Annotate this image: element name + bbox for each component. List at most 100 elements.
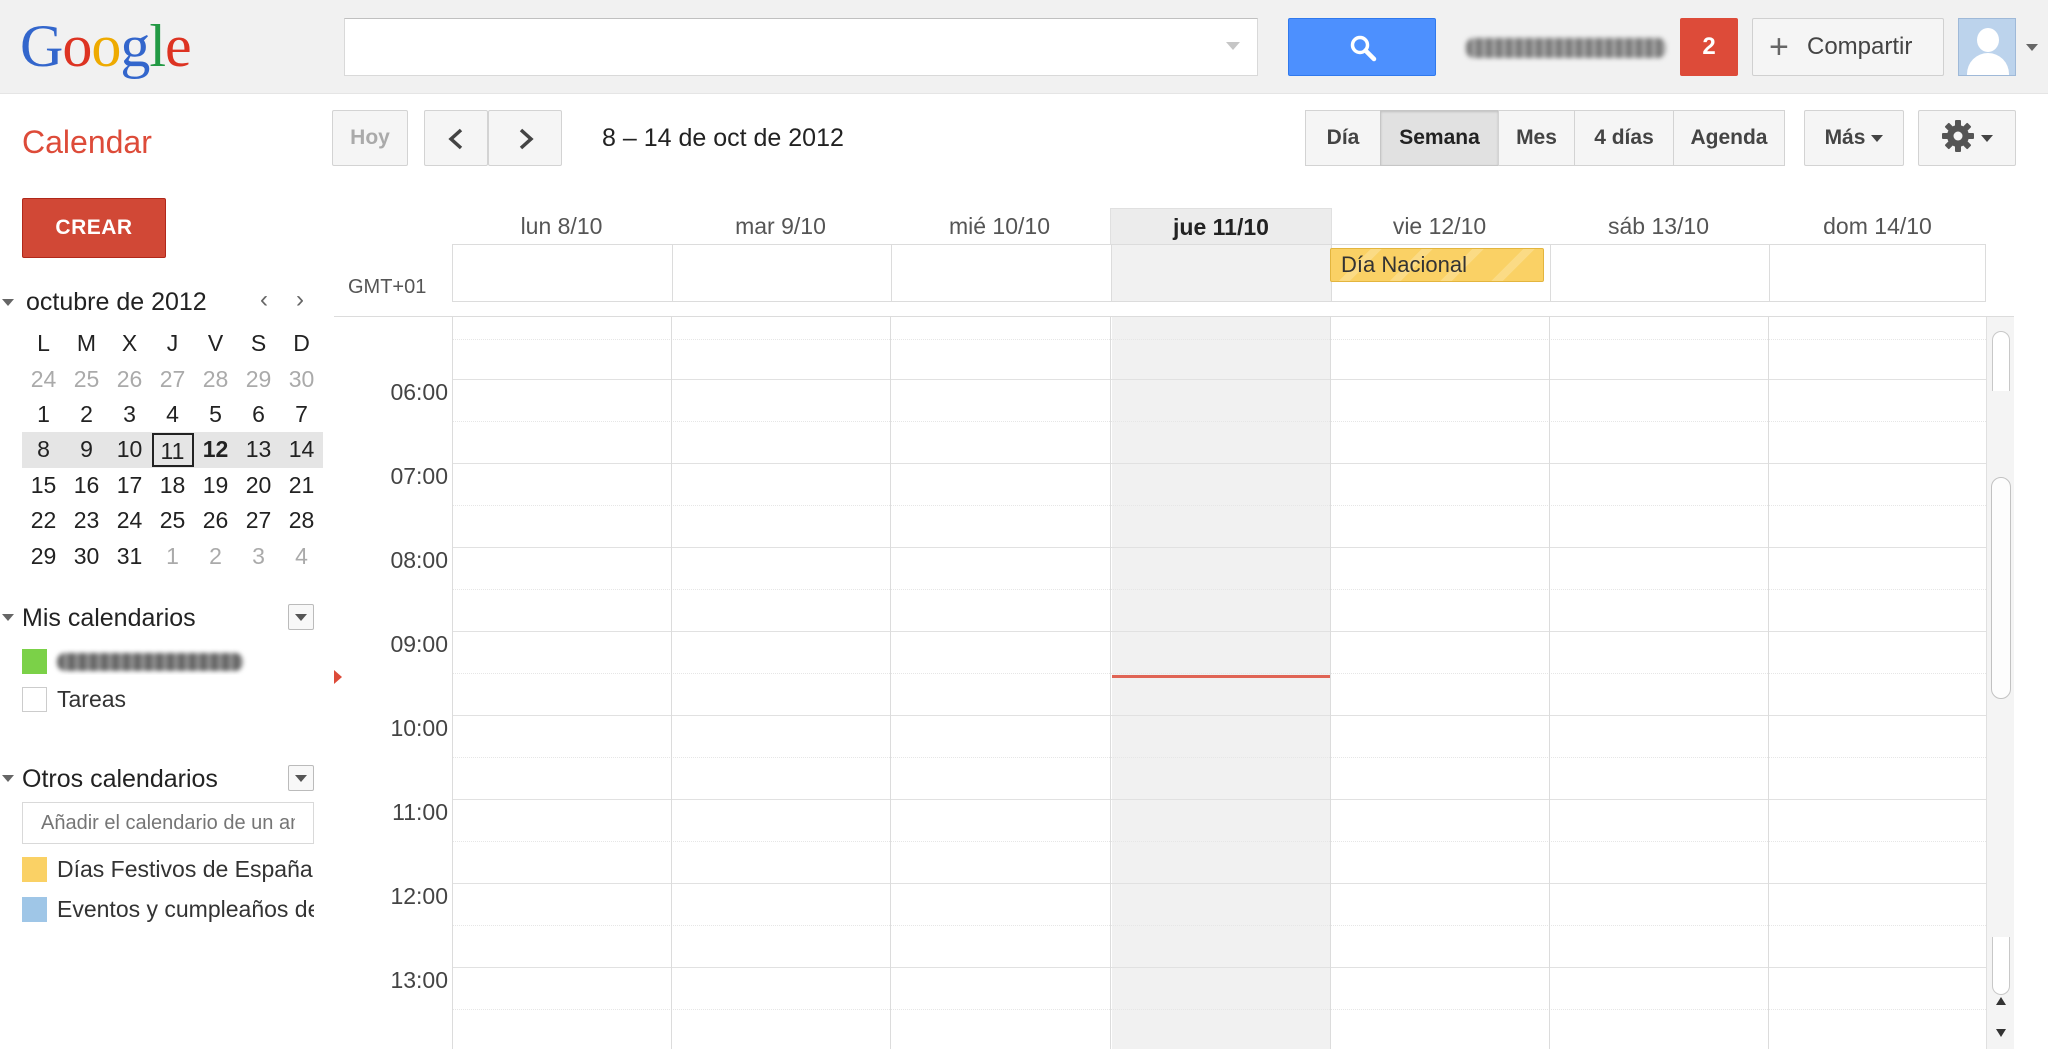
mini-calendar-next-chevron-icon[interactable]: › [296,286,304,314]
google-logo[interactable]: Google [20,6,192,86]
vertical-scrollbar[interactable] [1986,317,2014,1049]
mini-calendar-title[interactable]: octubre de 2012 [26,288,207,317]
mini-calendar-prev-chevron-icon[interactable]: ‹ [260,286,268,314]
mini-calendar-day[interactable]: 31 [108,538,151,573]
day-header-wed[interactable]: mié 10/10 [890,208,1109,244]
mini-calendar-day[interactable]: 25 [65,361,108,396]
mini-calendar-day[interactable]: 15 [22,468,65,503]
collapse-other-calendars-icon[interactable] [2,775,14,782]
scrollbar-track-top [1992,331,2010,391]
search-button[interactable] [1288,18,1436,76]
today-button[interactable]: Hoy [332,110,408,166]
calendar-color-swatch[interactable] [22,649,47,674]
avatar[interactable] [1958,18,2016,76]
my-calendar-item-primary[interactable] [22,648,314,675]
search-options-chevron-icon[interactable] [1226,42,1240,50]
calendar-color-swatch[interactable] [22,687,47,712]
calendar-color-swatch[interactable] [22,897,47,922]
calendar-color-swatch[interactable] [22,857,47,882]
view-month-button[interactable]: Mes [1498,110,1575,166]
mini-calendar-day[interactable]: 21 [280,468,323,503]
create-button[interactable]: CREAR [22,198,166,258]
mini-calendar-day[interactable]: 28 [194,361,237,396]
scroll-up-arrow-icon[interactable] [1996,997,2006,1005]
mini-calendar-day[interactable]: 27 [237,503,280,538]
other-calendar-item-contacts[interactable]: Eventos y cumpleaños de contactos [22,896,314,923]
day-header-mon[interactable]: lun 8/10 [452,208,671,244]
mini-calendar-day[interactable]: 5 [194,397,237,432]
previous-week-button[interactable] [424,110,488,166]
mini-calendar-day[interactable]: 7 [280,397,323,432]
scroll-down-arrow-icon[interactable] [1996,1029,2006,1037]
mini-calendar-day[interactable]: 1 [151,538,194,573]
collapse-my-calendars-icon[interactable] [2,614,14,621]
mini-calendar-day[interactable]: 9 [65,432,108,468]
more-button[interactable]: Más [1804,110,1904,166]
hour-line [452,631,1986,632]
day-header-sat[interactable]: sáb 13/10 [1549,208,1768,244]
day-header-thu-today[interactable]: jue 11/10 [1110,208,1332,244]
next-week-button[interactable] [488,110,562,166]
mini-calendar-day[interactable]: 25 [151,503,194,538]
mini-calendar-day[interactable]: 4 [280,538,323,573]
view-agenda-button[interactable]: Agenda [1673,110,1785,166]
mini-calendar-day[interactable]: 30 [280,361,323,396]
view-day-button[interactable]: Día [1305,110,1381,166]
mini-calendar-day[interactable]: 4 [151,397,194,432]
mini-calendar-day[interactable]: 3 [237,538,280,573]
account-chevron-down-icon[interactable] [2026,44,2038,51]
all-day-row[interactable] [452,244,1986,302]
other-calendars-title[interactable]: Otros calendarios [22,765,218,794]
mini-calendar-day[interactable]: 1 [22,397,65,432]
other-calendars-menu-chevron-icon[interactable] [288,765,314,791]
mini-calendar-day[interactable]: 8 [22,432,65,468]
user-name[interactable] [1466,38,1666,58]
mini-calendar-day[interactable]: 20 [237,468,280,503]
search-input[interactable] [344,18,1258,76]
mini-calendar-day[interactable]: 13 [237,432,280,468]
add-friend-calendar-input[interactable] [22,802,314,844]
mini-calendar-day[interactable]: 19 [194,468,237,503]
mini-calendar-day[interactable]: 6 [237,397,280,432]
mini-calendar-day[interactable]: 28 [280,503,323,538]
mini-calendar-day[interactable]: 3 [108,397,151,432]
my-calendar-item-tasks[interactable]: Tareas [22,686,314,713]
notification-badge[interactable]: 2 [1680,18,1738,76]
mini-calendar-day[interactable]: 29 [237,361,280,396]
mini-calendar-day[interactable]: 23 [65,503,108,538]
mini-calendar-week: 24 25 26 27 28 29 30 [22,361,323,396]
event-dia-nacional[interactable]: Día Nacional [1330,248,1544,282]
mini-calendar-day[interactable]: 10 [108,432,151,468]
weekday-label: M [76,330,97,357]
mini-calendar-day[interactable]: 12 [194,432,237,468]
view-week-button[interactable]: Semana [1380,110,1499,166]
scrollbar-thumb[interactable] [1991,477,2011,699]
mini-calendar-day[interactable]: 2 [65,397,108,432]
collapse-mini-calendar-icon[interactable] [2,299,14,306]
mini-calendar-day[interactable]: 2 [194,538,237,573]
mini-calendar-today[interactable]: 11 [151,432,194,468]
mini-calendar-day[interactable]: 22 [22,503,65,538]
mini-calendar-day[interactable]: 27 [151,361,194,396]
my-calendars-title[interactable]: Mis calendarios [22,604,196,633]
settings-button[interactable] [1918,110,2016,166]
my-calendars-menu-chevron-icon[interactable] [288,604,314,630]
mini-calendar-day[interactable]: 29 [22,538,65,573]
day-header-tue[interactable]: mar 9/10 [671,208,890,244]
mini-calendar-day[interactable]: 18 [151,468,194,503]
mini-calendar-day[interactable]: 26 [108,361,151,396]
share-button[interactable]: + Compartir [1752,18,1944,76]
other-calendar-item-holidays[interactable]: Días Festivos de España [22,856,314,883]
mini-calendar-day[interactable]: 26 [194,503,237,538]
day-column-divider [1330,317,1331,1049]
mini-calendar-day[interactable]: 24 [108,503,151,538]
view-4days-button[interactable]: 4 días [1574,110,1674,166]
mini-calendar-day[interactable]: 16 [65,468,108,503]
day-header-fri[interactable]: vie 12/10 [1330,208,1549,244]
mini-calendar-day[interactable]: 17 [108,468,151,503]
mini-calendar-day[interactable]: 24 [22,361,65,396]
mini-calendar-day[interactable]: 30 [65,538,108,573]
mini-calendar-day[interactable]: 14 [280,432,323,468]
day-header-sun[interactable]: dom 14/10 [1768,208,1987,244]
time-grid[interactable]: 06:00 07:00 08:00 09:00 10:00 11:00 12:0… [334,316,2014,1049]
